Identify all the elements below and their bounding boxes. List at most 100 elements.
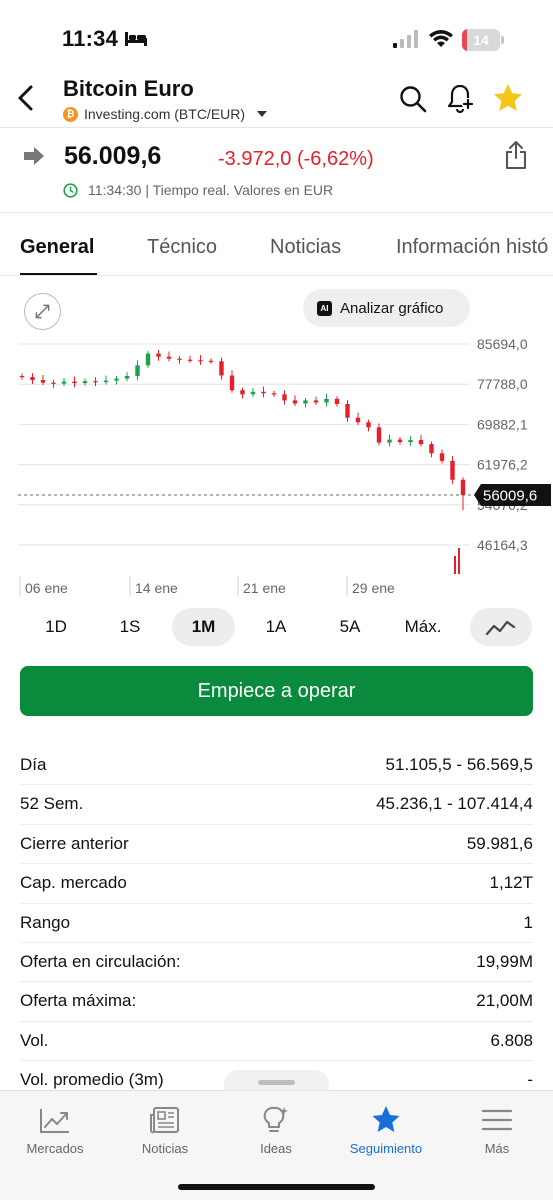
exchange-selector[interactable]: ₿ Investing.com (BTC/EUR) xyxy=(63,106,268,122)
candle-body xyxy=(103,380,109,383)
candle-body xyxy=(408,440,413,443)
candle-body xyxy=(366,422,371,428)
candle-body xyxy=(61,381,67,384)
active-tab-indicator xyxy=(20,273,97,275)
nav-mercados[interactable]: Mercados xyxy=(0,1091,110,1163)
add-alert-icon[interactable] xyxy=(445,82,475,114)
stat-value: 1,12T xyxy=(489,873,533,893)
analyze-chart-button[interactable]: AI Analizar gráfico xyxy=(303,289,470,327)
range-1a[interactable]: 1A xyxy=(246,608,306,646)
expand-chart-icon[interactable] xyxy=(24,293,61,330)
candle-body xyxy=(145,353,151,366)
candle-body xyxy=(198,360,203,362)
share-icon[interactable] xyxy=(505,140,527,170)
stat-row: Oferta máxima: 21,00M xyxy=(20,982,533,1022)
realtime-info: 11:34:30 | Tiempo real. Valores en EUR xyxy=(88,182,334,198)
battery-indicator: 14 xyxy=(462,29,504,51)
y-tick-label: 77788,0 xyxy=(477,376,528,392)
status-time: 11:34 xyxy=(62,26,119,51)
candle-body xyxy=(355,417,361,423)
candle-body xyxy=(166,356,172,359)
stat-row: Cap. mercado 1,12T xyxy=(20,864,533,904)
stat-row: Oferta en circulación: 19,99M xyxy=(20,943,533,983)
tab-tecnico[interactable]: Técnico xyxy=(147,236,217,259)
home-indicator xyxy=(178,1184,375,1190)
candle-body xyxy=(40,380,46,383)
stat-row: Rango 1 xyxy=(20,904,533,943)
favorite-star-icon[interactable] xyxy=(492,82,524,114)
y-tick-label: 69882,1 xyxy=(477,416,528,432)
range-5a[interactable]: 5A xyxy=(320,608,380,646)
tab-informacion-historica[interactable]: Información histó xyxy=(396,236,548,259)
candle-body xyxy=(345,403,350,418)
x-tick-label: 14 ene xyxy=(135,580,178,596)
stat-label: Cierre anterior xyxy=(20,833,129,853)
price-direction-arrow-icon xyxy=(24,147,44,165)
status-bar: 11:34 14 xyxy=(0,0,553,80)
tab-noticias[interactable]: Noticias xyxy=(270,236,341,259)
search-icon[interactable] xyxy=(398,84,428,114)
candle-body xyxy=(292,400,298,404)
candle-body xyxy=(93,381,98,383)
newspaper-icon xyxy=(150,1107,179,1134)
stat-value: 21,00M xyxy=(476,991,533,1011)
range-1d[interactable]: 1D xyxy=(26,608,86,646)
back-icon[interactable] xyxy=(12,82,40,114)
range-1s[interactable]: 1S xyxy=(100,608,160,646)
battery-level: 14 xyxy=(473,32,489,48)
stat-label: Cap. mercado xyxy=(20,873,127,893)
range-max[interactable]: Máx. xyxy=(393,608,453,646)
last-price: 56.009,6 xyxy=(64,142,162,170)
bitcoin-icon: ₿ xyxy=(63,106,78,122)
candle-body xyxy=(114,378,119,381)
nav-mas[interactable]: Más xyxy=(442,1091,552,1163)
range-1m[interactable]: 1M xyxy=(172,608,235,646)
candle-body xyxy=(240,390,245,395)
nav-seguimiento[interactable]: Seguimiento xyxy=(331,1091,441,1163)
y-tick-label: 46164,3 xyxy=(477,537,528,553)
chevron-down-icon xyxy=(257,111,268,117)
start-trading-button[interactable]: Empiece a operar xyxy=(20,666,533,716)
candle-body xyxy=(250,391,256,395)
current-price-label: 56009,6 xyxy=(483,487,537,504)
nav-label: Más xyxy=(484,1141,510,1156)
menu-icon xyxy=(481,1109,513,1131)
exchange-label: Investing.com (BTC/EUR) xyxy=(84,106,246,122)
instrument-header: Bitcoin Euro ₿ Investing.com (BTC/EUR) xyxy=(0,72,553,128)
key-stats: Día 51.105,5 - 56.569,5 52 Sem. 45.236,1 - … xyxy=(20,746,533,1101)
candle-body xyxy=(229,375,235,391)
stat-value: 51.105,5 - 56.569,5 xyxy=(385,755,533,774)
price-change: -3.972,0 (-6,62%) xyxy=(218,148,374,170)
candle-body xyxy=(261,391,266,394)
x-tick-label: 06 ene xyxy=(25,580,68,596)
section-tabs: General Técnico Noticias Información his… xyxy=(0,222,553,276)
volume-bar xyxy=(458,548,460,574)
candle-body xyxy=(376,427,382,443)
candle-body xyxy=(387,439,392,443)
stat-value: 45.236,1 - 107.414,4 xyxy=(376,794,533,814)
chart-trend-icon xyxy=(40,1109,69,1133)
chart-type-toggle[interactable] xyxy=(470,608,532,646)
nav-label: Ideas xyxy=(260,1141,292,1156)
candle-body xyxy=(135,365,140,377)
volume-bar xyxy=(454,556,456,574)
nav-label: Noticias xyxy=(141,1141,189,1156)
candle-body xyxy=(82,381,88,384)
candle-body xyxy=(334,398,340,404)
candle-body xyxy=(439,453,445,461)
nav-ideas[interactable]: Ideas xyxy=(221,1091,331,1163)
wifi-icon xyxy=(429,30,453,47)
stat-row: Vol. 6.808 xyxy=(20,1022,533,1062)
stat-label: Rango xyxy=(20,912,71,932)
stat-value: 1 xyxy=(523,912,533,932)
instrument-title: Bitcoin Euro xyxy=(63,76,194,101)
tab-general[interactable]: General xyxy=(20,236,94,259)
candle-body xyxy=(313,400,319,403)
nav-noticias[interactable]: Noticias xyxy=(110,1091,220,1163)
analyze-chart-label: Analizar gráfico xyxy=(340,299,444,317)
price-chart[interactable]: 85694,077788,069882,161976,254070,246164… xyxy=(0,330,553,605)
stat-row: Cierre anterior 59.981,6 xyxy=(20,825,533,865)
star-icon xyxy=(372,1106,400,1132)
lightbulb-icon xyxy=(263,1106,288,1132)
time-range-selector: 1D 1S 1M 1A 5A Máx. xyxy=(0,608,553,646)
